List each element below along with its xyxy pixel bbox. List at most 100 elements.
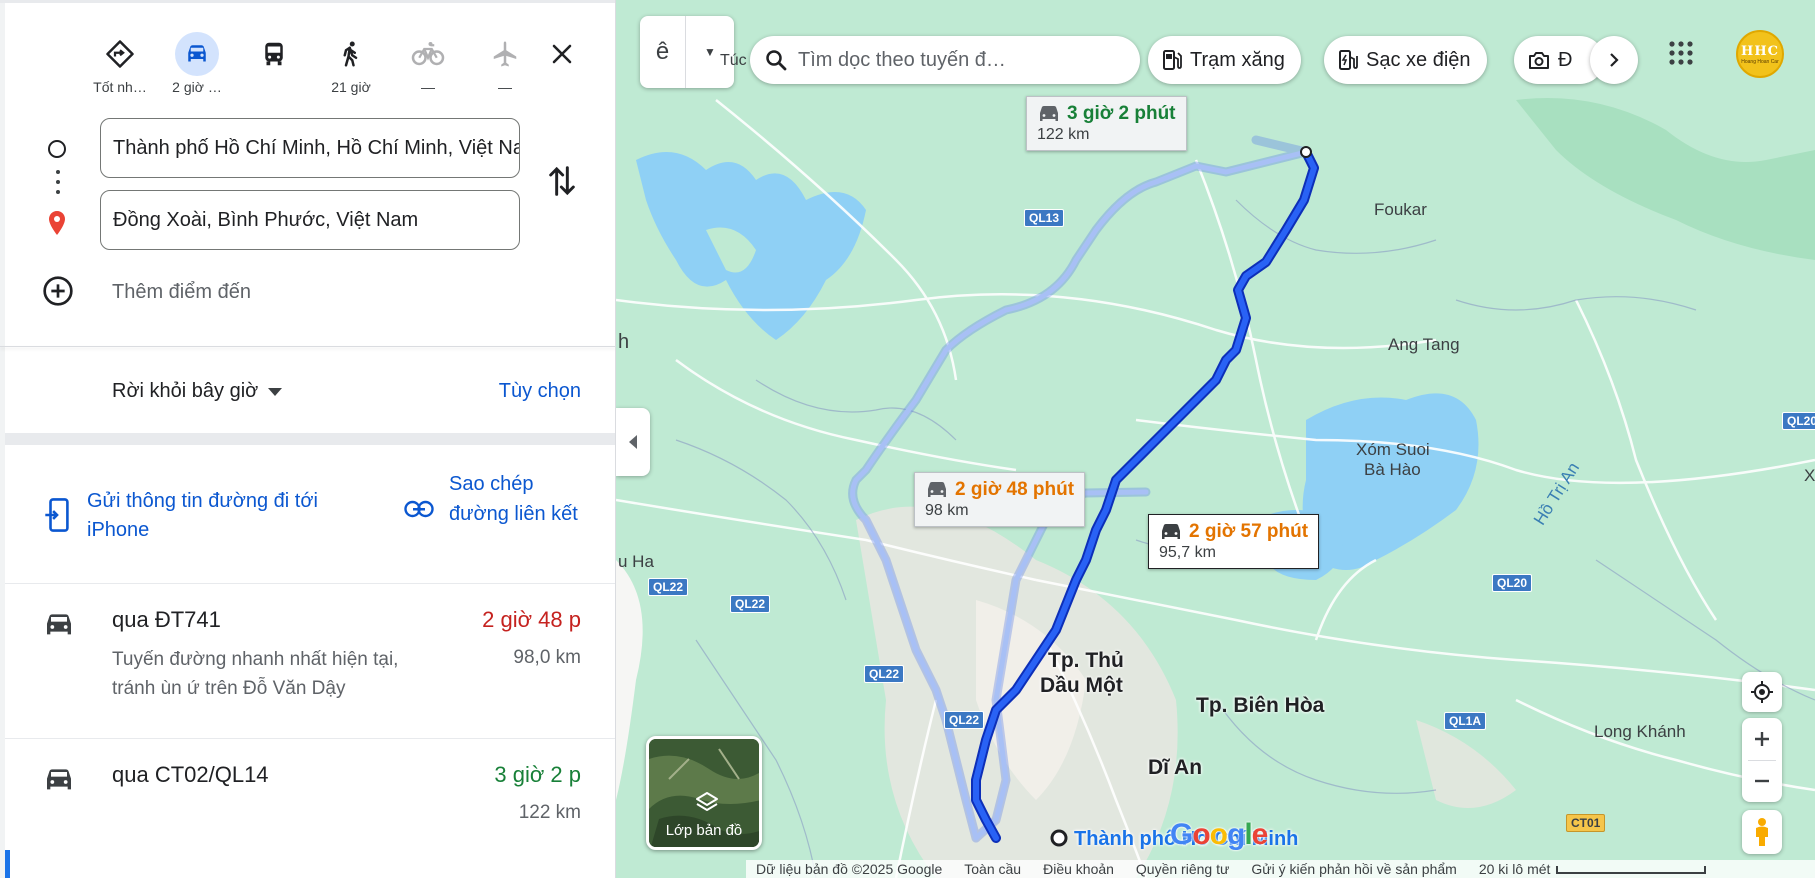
- callout-distance: 122 km: [1037, 126, 1090, 143]
- mode-bike[interactable]: —: [396, 32, 460, 95]
- mode-flight[interactable]: —: [473, 32, 537, 95]
- collapse-panel-button[interactable]: [616, 408, 650, 476]
- place-label: Ang Tang: [1388, 335, 1460, 354]
- link-icon[interactable]: [404, 500, 434, 523]
- mode-best[interactable]: Tốt nh…: [88, 32, 152, 95]
- search-icon: [766, 50, 787, 71]
- my-location-button[interactable]: [1742, 672, 1782, 712]
- origin-circle-icon: [48, 140, 66, 158]
- map-layers-button[interactable]: Lớp bản đồ: [646, 736, 762, 850]
- depart-label: Rời khỏi bây giờ: [112, 380, 259, 402]
- route-callout-primary[interactable]: 2 giờ 57 phút 95,7 km: [1148, 514, 1320, 569]
- gas-station-icon: [1163, 50, 1182, 70]
- send-to-phone-icon[interactable]: [44, 498, 70, 537]
- mode-bike-label: —: [421, 79, 435, 95]
- footer-link-global[interactable]: Toàn cầu: [964, 861, 1021, 877]
- place-label: u Ha: [618, 552, 654, 571]
- add-destination-icon[interactable]: [42, 275, 74, 312]
- scale-indicator[interactable]: 20 ki lô mét: [1479, 861, 1707, 877]
- car-icon: [928, 482, 946, 497]
- send-to-phone-link[interactable]: Gửi thông tin đường đi tới iPhone: [87, 487, 357, 545]
- place-label: h: [618, 331, 630, 353]
- mode-car[interactable]: 2 giờ …: [165, 32, 229, 95]
- callout-time: 2 giờ 48 phút: [955, 479, 1075, 500]
- callout-distance: 98 km: [925, 502, 969, 519]
- footer-link-privacy[interactable]: Quyền riêng tư: [1136, 861, 1229, 877]
- route-callout-alt-1[interactable]: 3 giờ 2 phút 122 km: [1026, 96, 1187, 151]
- google-logo-letter: e: [1251, 818, 1269, 851]
- road-shield: QL20: [1782, 412, 1815, 430]
- avatar-logo-text: HHC: [1741, 43, 1779, 59]
- avatar-logo-subtext: Hoang Hoan Car: [1741, 58, 1779, 65]
- directions-diamond-icon: [98, 32, 142, 76]
- road-shield: QL20: [1492, 574, 1533, 592]
- route-distance: 98,0 km: [513, 647, 581, 668]
- swap-button[interactable]: [546, 162, 578, 205]
- mode-transit[interactable]: [242, 32, 306, 79]
- route-dots-icon: [56, 170, 60, 200]
- mode-walk[interactable]: 21 giờ: [319, 32, 383, 95]
- chips-next-button[interactable]: [1590, 36, 1638, 84]
- scale-label: 20 ki lô mét: [1478, 861, 1551, 877]
- city-label: Dĩ An: [1148, 756, 1203, 779]
- callout-distance: 95,7 km: [1159, 544, 1216, 561]
- city-label: Dầu Một: [1040, 674, 1123, 697]
- location-target-icon: [1751, 681, 1773, 703]
- depart-time-dropdown[interactable]: Rời khỏi bây giờ: [112, 380, 283, 403]
- callout-time: 3 giờ 2 phút: [1067, 103, 1176, 124]
- section-separator: [5, 433, 615, 445]
- route-option[interactable]: qua ĐT741 Tuyến đường nhanh nhất hiện tạ…: [5, 583, 615, 738]
- car-icon: [1162, 524, 1180, 539]
- place-label: X: [1804, 466, 1815, 485]
- destination-input[interactable]: Đồng Xoài, Bình Phước, Việt Nam: [100, 190, 520, 250]
- route-via: qua CT02/QL14: [112, 762, 269, 787]
- origin-input-value: Thành phố Hồ Chí Minh, Hồ Chí Minh, Việt…: [113, 136, 520, 159]
- footer-link-terms[interactable]: Điều khoản: [1043, 861, 1114, 877]
- copy-link-button[interactable]: Sao chép đường liên kết: [449, 469, 579, 529]
- search-placeholder: Tìm dọc theo tuyến đ…: [798, 48, 1006, 71]
- close-icon: [552, 44, 572, 64]
- route-callout-alt-2[interactable]: 2 giờ 48 phút 98 km: [914, 472, 1086, 527]
- directions-panel: Tốt nh… 2 giờ … 21 giờ — — Thành phố Hồ …: [0, 0, 616, 878]
- dropdown-arrow-icon: [268, 387, 283, 396]
- route-description: Tuyến đường nhanh nhất hiện tại, tránh ù…: [112, 649, 399, 699]
- airplane-icon: [483, 32, 527, 76]
- chip-gas-station[interactable]: Trạm xăng: [1148, 36, 1301, 84]
- pegman-icon: [1756, 818, 1768, 846]
- map-canvas[interactable]: ê ▼ Túc Tìm dọc theo tuyến đ… Trạm xăng …: [616, 0, 1815, 878]
- zoom-in-button[interactable]: [1754, 718, 1770, 760]
- route-search-input[interactable]: Tìm dọc theo tuyến đ…: [750, 36, 1140, 84]
- route-time: 2 giờ 48 p: [482, 607, 581, 632]
- car-icon: [1040, 106, 1058, 121]
- options-link[interactable]: Tùy chọn: [499, 380, 581, 403]
- apps-grid-button[interactable]: [1668, 40, 1694, 71]
- zoom-out-button[interactable]: [1754, 760, 1770, 802]
- route-time: 3 giờ 2 p: [494, 762, 581, 787]
- callout-time: 2 giờ 57 phút: [1189, 521, 1309, 542]
- chevron-right-icon: [1610, 53, 1619, 67]
- tab-letter: ê: [640, 16, 686, 88]
- map-background: [616, 98, 1815, 878]
- account-avatar[interactable]: HHC Hoang Hoan Car: [1736, 30, 1784, 78]
- layers-icon: [695, 791, 719, 818]
- mode-best-label: Tốt nh…: [93, 79, 147, 95]
- minus-icon: [1755, 780, 1769, 783]
- apps-grid-icon: [1669, 41, 1693, 65]
- mode-walk-label: 21 giờ: [331, 79, 371, 95]
- car-icon: [43, 766, 75, 799]
- street-view-pegman[interactable]: [1742, 810, 1782, 854]
- origin-input[interactable]: Thành phố Hồ Chí Minh, Hồ Chí Minh, Việt…: [100, 118, 520, 178]
- google-logo-letter: l: [1244, 818, 1252, 851]
- destination-input-value: Đồng Xoài, Bình Phước, Việt Nam: [113, 208, 419, 231]
- add-destination-button[interactable]: Thêm điểm đến: [112, 281, 251, 304]
- footer-link-feedback[interactable]: Gửi ý kiến phản hồi về sản phẩm: [1251, 861, 1457, 877]
- chip-ev-charger[interactable]: Sạc xe điện: [1324, 36, 1487, 84]
- road-shield: QL22: [730, 595, 771, 613]
- place-label: Long Khánh: [1594, 722, 1686, 741]
- map-footer: Dữ liệu bản đồ ©2025 Google Toàn cầu Điề…: [746, 860, 1815, 878]
- close-directions-button[interactable]: [542, 34, 582, 74]
- map-place-label: Túc: [720, 52, 747, 69]
- map-data-copyright: Dữ liệu bản đồ ©2025 Google: [756, 861, 943, 877]
- route-option[interactable]: qua CT02/QL14 3 giờ 2 p 122 km: [5, 738, 615, 878]
- bicycle-icon: [406, 32, 450, 76]
